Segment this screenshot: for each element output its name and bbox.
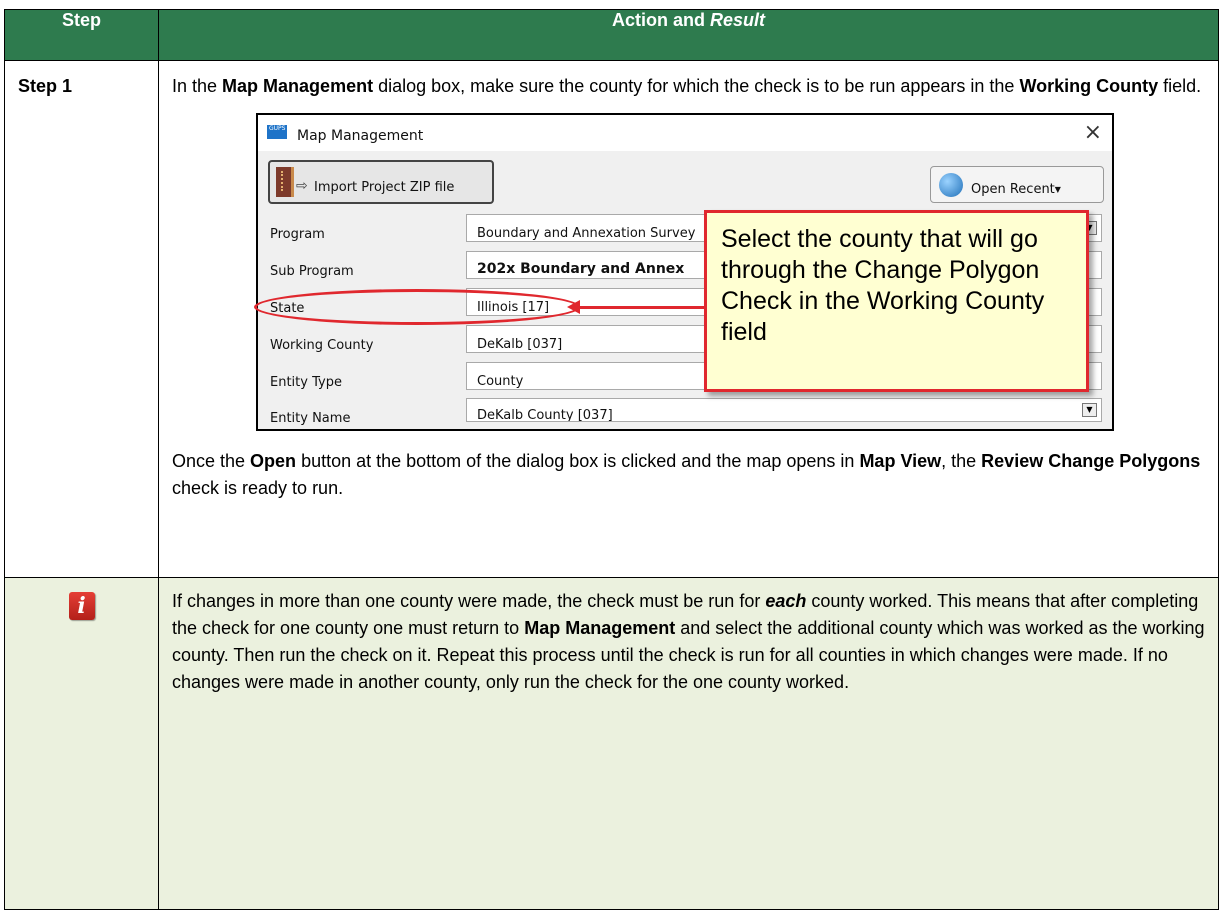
entity-name-select[interactable]: DeKalb County [037] ▼ [466, 398, 1102, 422]
entity-type-label: Entity Type [270, 375, 342, 390]
text-run: dialog box, make sure the county for whi… [373, 76, 1020, 96]
chevron-down-icon[interactable]: ▼ [1082, 403, 1097, 417]
callout-arrow-head [567, 300, 580, 314]
close-icon[interactable]: × [1084, 119, 1102, 146]
step-label: Step 1 [4, 60, 159, 578]
page-title-fragment [0, 0, 1221, 8]
working-county-label: Working County [270, 338, 374, 353]
dialog-title: Map Management [297, 128, 424, 144]
text-run: check is ready to run. [172, 478, 344, 498]
callout-box: Select the county that will go through t… [704, 210, 1089, 392]
note-icon-cell: i [4, 577, 159, 910]
action-header-label: Action and [611, 10, 705, 30]
text-run: , the [941, 451, 982, 471]
program-value: Boundary and Annexation Survey [477, 226, 696, 241]
import-button-label: Import Project ZIP file [314, 180, 455, 195]
text-run: button at the bottom of the dialog box i… [296, 451, 860, 471]
entity-name-value: DeKalb County [037] [477, 408, 613, 422]
bold-run: Review Change Polygons [981, 451, 1201, 471]
import-arrow-icon: ⇨ [296, 178, 308, 194]
import-project-zip-button[interactable]: ⇨ Import Project ZIP file [268, 160, 494, 204]
dialog-title-bar: GUPS Map Management × [258, 115, 1112, 151]
info-icon: i [68, 592, 95, 620]
dropdown-caret-icon: ▼ [1054, 185, 1061, 194]
text-run: If changes in more than one county were … [172, 591, 766, 611]
sub-program-label: Sub Program [270, 264, 354, 279]
map-management-dialog-screenshot: GUPS Map Management × ⇨ Import Project Z… [254, 113, 1114, 431]
note-text: If changes in more than one county were … [158, 577, 1219, 910]
sub-program-value: 202x Boundary and Annex [477, 261, 685, 277]
action-column-header: Action and Result [158, 9, 1219, 61]
text-run: In the [172, 76, 223, 96]
working-county-value: DeKalb [037] [477, 337, 563, 352]
table-header-row: Step Action and Result [4, 9, 1219, 61]
working-county-highlight-ellipse [254, 289, 580, 325]
table-row: i If changes in more than one county wer… [4, 577, 1219, 910]
entity-name-label: Entity Name [270, 411, 351, 426]
app-icon: GUPS [267, 125, 287, 139]
zip-file-icon [276, 167, 294, 197]
bold-run: Open [250, 451, 297, 471]
program-label: Program [270, 227, 325, 242]
text-run: Once the [172, 451, 251, 471]
step-column-header: Step [4, 9, 159, 61]
bold-run: Map Management [222, 76, 374, 96]
entity-type-value: County [477, 374, 524, 389]
bold-italic-run: each [765, 591, 807, 611]
open-recent-button[interactable]: Open Recent▼ [930, 166, 1104, 203]
step-body: In the Map Management dialog box, make s… [158, 60, 1219, 578]
step-table: Step Action and Result Step 1 In the Map… [4, 9, 1219, 910]
bold-run: Map View [859, 451, 942, 471]
bold-run: Map Management [524, 618, 676, 638]
globe-icon [939, 173, 963, 197]
open-recent-label: Open Recent▼ [971, 176, 1061, 203]
table-row: Step 1 In the Map Management dialog box,… [4, 60, 1219, 578]
callout-arrow-line [578, 306, 704, 309]
result-header-label: Result [710, 10, 766, 30]
step-intro-text: In the Map Management dialog box, make s… [172, 73, 1204, 100]
step-outro-text: Once the Open button at the bottom of th… [172, 448, 1204, 502]
bold-run: Working County [1019, 76, 1159, 96]
text-run: field. [1158, 76, 1202, 96]
open-recent-text: Open Recent [971, 182, 1055, 197]
